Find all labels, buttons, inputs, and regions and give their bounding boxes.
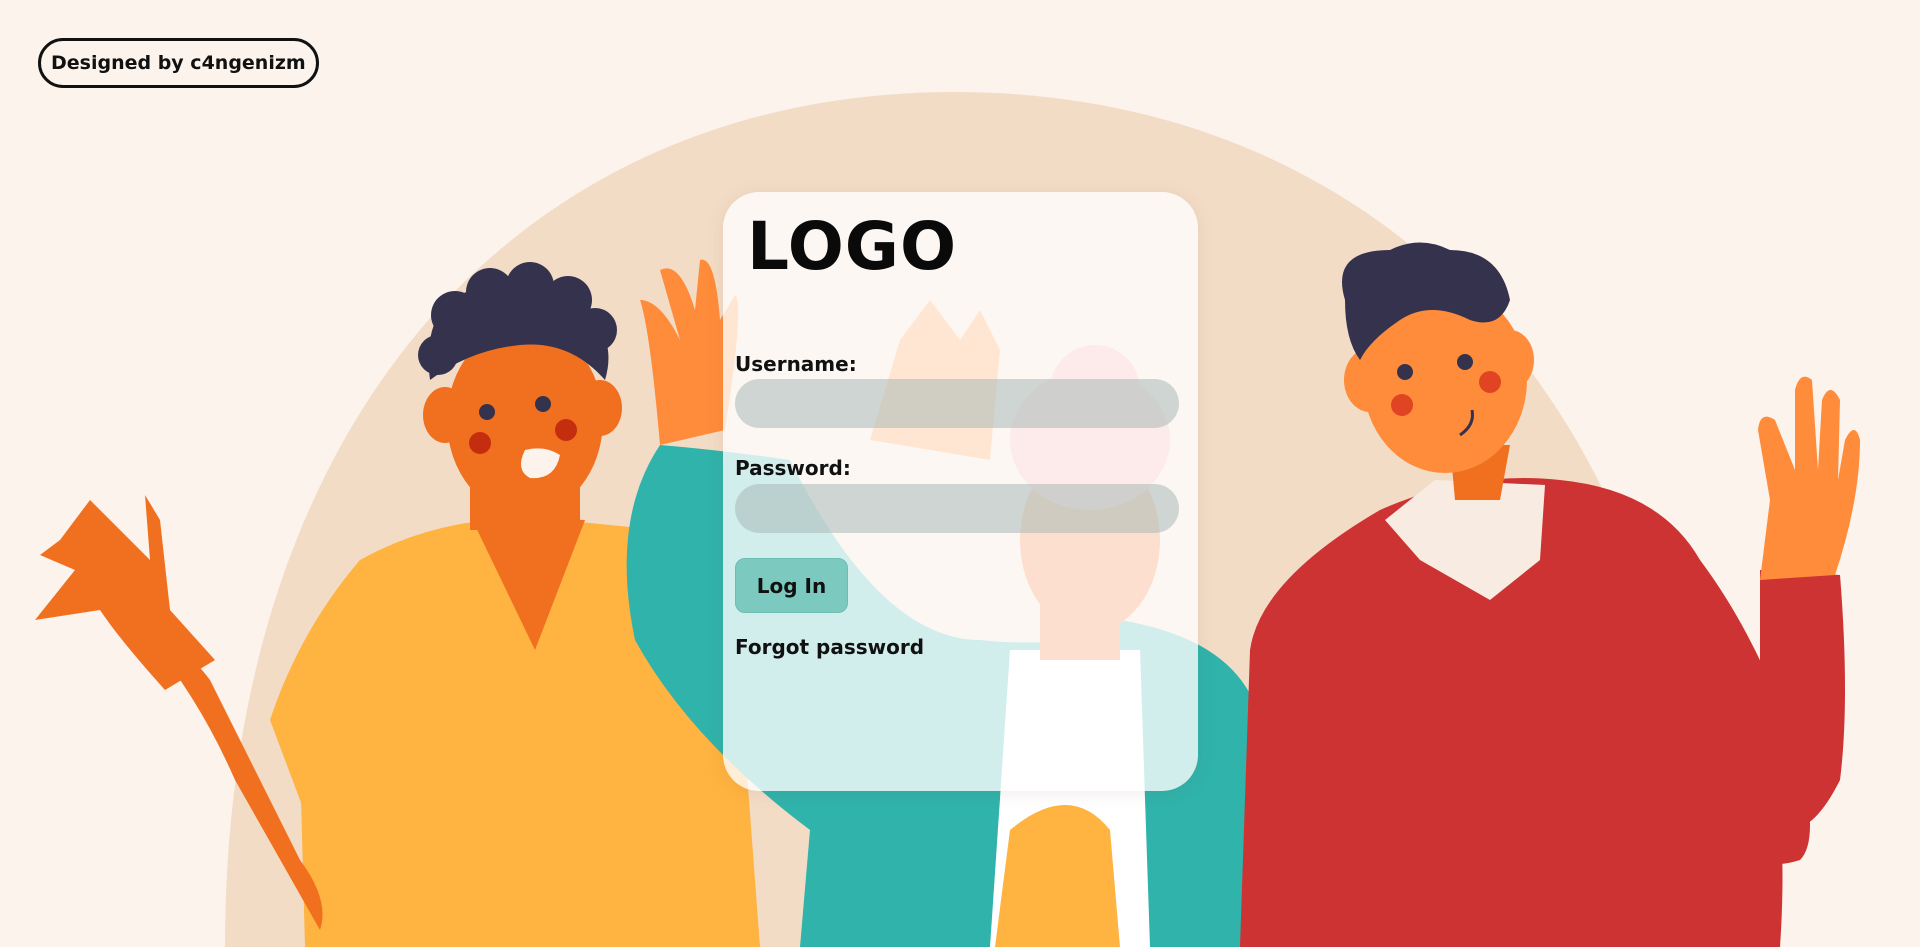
password-input[interactable]	[735, 484, 1179, 533]
logo: LOGO	[747, 208, 958, 285]
log-in-button[interactable]: Log In	[735, 558, 848, 613]
password-label: Password:	[735, 456, 851, 480]
designer-credit-text: Designed by c4ngenizm	[51, 52, 306, 74]
forgot-password-link[interactable]: Forgot password	[735, 635, 924, 659]
username-label: Username:	[735, 352, 857, 376]
designer-credit-badge[interactable]: Designed by c4ngenizm	[38, 38, 319, 88]
username-input[interactable]	[735, 379, 1179, 428]
login-card: LOGO Username: Password: Log In Forgot p…	[723, 192, 1198, 791]
